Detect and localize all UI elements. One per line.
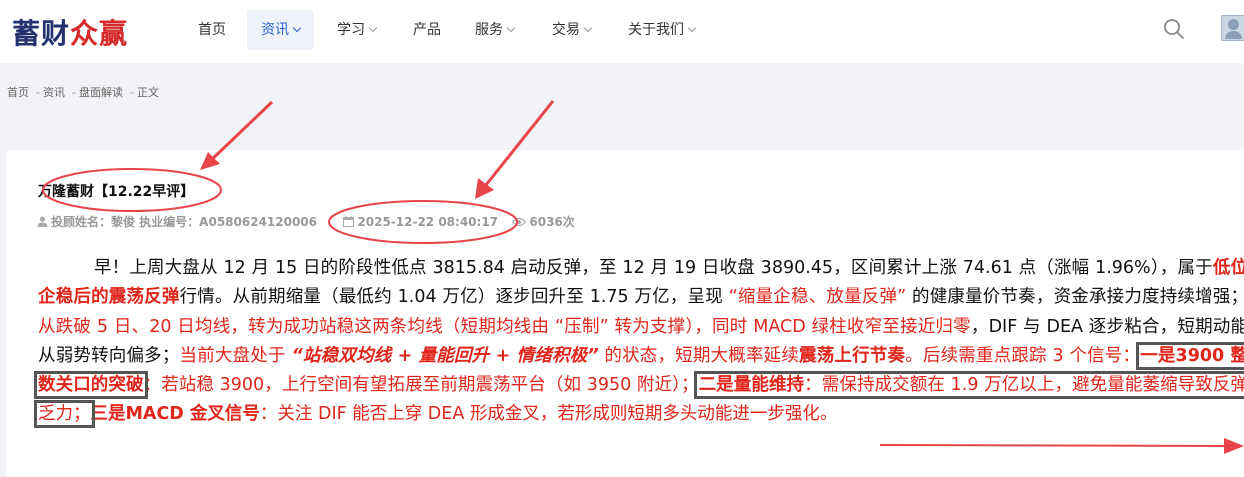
body-segment: 行情。从前期缩量（最低约 1.04 万亿）逐步回升至 1.75 万亿，呈现 bbox=[179, 287, 729, 308]
body-segment: ：若站稳 3900，上行空间有望拓展至前期震荡平台（如 3950 附近）； bbox=[143, 375, 699, 396]
breadcrumb-separator: - bbox=[36, 86, 40, 99]
nav-item-label: 关于我们 bbox=[628, 22, 684, 38]
top-header: 蓄财众赢 首页 资讯 学习 产品 服务 交易 关于我们 bbox=[0, 0, 1244, 63]
nav-item-label: 资讯 bbox=[261, 22, 289, 38]
body-segment: “缩量企稳、放量反弹” bbox=[728, 287, 907, 308]
body-segment: 。后续需重点跟踪 3 个信号： bbox=[905, 345, 1141, 366]
nav-item-label: 交易 bbox=[552, 22, 580, 38]
nav-item-1[interactable]: 资讯 bbox=[247, 10, 314, 50]
publish-datetime: 2025-12-22 08:40:17 bbox=[357, 215, 499, 229]
view-count: 6036次 bbox=[529, 215, 575, 229]
body-segment: 的健康量价节奏，资金承接力度持续增强； bbox=[906, 287, 1244, 308]
breadcrumb-item[interactable]: 首页 bbox=[7, 86, 29, 99]
breadcrumb-item[interactable]: 盘面解读 bbox=[79, 86, 123, 99]
user-icon bbox=[37, 216, 48, 227]
article-title: 万隆蓄财【12.22早评】 bbox=[38, 184, 195, 200]
nav-item-label: 学习 bbox=[337, 22, 365, 38]
eye-icon bbox=[512, 217, 527, 227]
breadcrumb-separator: - bbox=[129, 86, 134, 99]
article-card: 万隆蓄财【12.22早评】 投顾姓名：黎俊 执业编号：A058062412000… bbox=[7, 150, 1244, 477]
advisor-info: 投顾姓名：黎俊 执业编号：A0580624120006 bbox=[51, 215, 318, 229]
breadcrumb-item: 正文 bbox=[136, 86, 159, 99]
body-segment: ：关注 DIF 能否上穿 DEA 形成金叉，若形成则短期多头动能进一步强化。 bbox=[259, 404, 838, 425]
nav-item-6[interactable]: 关于我们 bbox=[614, 10, 709, 50]
chevron-down-icon bbox=[292, 23, 302, 33]
nav-item-label: 产品 bbox=[413, 22, 441, 38]
breadcrumb-item[interactable]: 资讯 bbox=[43, 86, 65, 99]
breadcrumb-separator: - bbox=[71, 86, 76, 99]
body-segment: 三是MACD 金叉信号 bbox=[90, 404, 260, 425]
site-logo[interactable]: 蓄财众赢 bbox=[12, 12, 128, 52]
nav-item-5[interactable]: 交易 bbox=[538, 10, 605, 50]
chevron-down-icon bbox=[368, 23, 378, 33]
nav-item-2[interactable]: 学习 bbox=[323, 10, 390, 50]
nav-item-4[interactable]: 服务 bbox=[461, 10, 528, 50]
body-segment: 早！上周大盘从 12 月 15 日的阶段性低点 3815.84 启动反弹，至 1… bbox=[94, 258, 1213, 278]
body-segment: 震荡上行节奏 bbox=[799, 345, 906, 366]
calendar-icon bbox=[343, 216, 355, 227]
article-meta: 投顾姓名：黎俊 执业编号：A0580624120006 2025-12-22 0… bbox=[37, 213, 575, 230]
nav-item-0[interactable]: 首页 bbox=[184, 10, 240, 50]
body-segment: 从跌破 5 日、20 日均线，转为成功站稳这两条均线（短期均线由 “压制” 转为… bbox=[38, 316, 971, 337]
article-body: 早！上周大盘从 12 月 15 日的阶段性低点 3815.84 启动反弹，至 1… bbox=[33, 254, 1244, 430]
body-segment: 二是量能维持 bbox=[698, 375, 805, 396]
nav-item-label: 首页 bbox=[198, 22, 226, 38]
chevron-down-icon bbox=[687, 23, 697, 33]
body-segment: “站稳双均线 + 量能回升 + 情绪积极” bbox=[291, 345, 599, 366]
chevron-down-icon bbox=[583, 23, 593, 33]
search-icon[interactable] bbox=[1163, 18, 1185, 40]
body-segment: 的状态，短期大概率延续 bbox=[598, 345, 800, 366]
nav-item-3[interactable]: 产品 bbox=[399, 10, 455, 50]
breadcrumb: 首页 - 资讯 - 盘面解读 - 正文 bbox=[7, 84, 163, 100]
body-segment: 当前大盘处于 bbox=[179, 345, 292, 366]
user-avatar-icon[interactable] bbox=[1221, 15, 1244, 41]
nav-item-label: 服务 bbox=[475, 22, 503, 38]
chevron-down-icon bbox=[506, 23, 516, 33]
